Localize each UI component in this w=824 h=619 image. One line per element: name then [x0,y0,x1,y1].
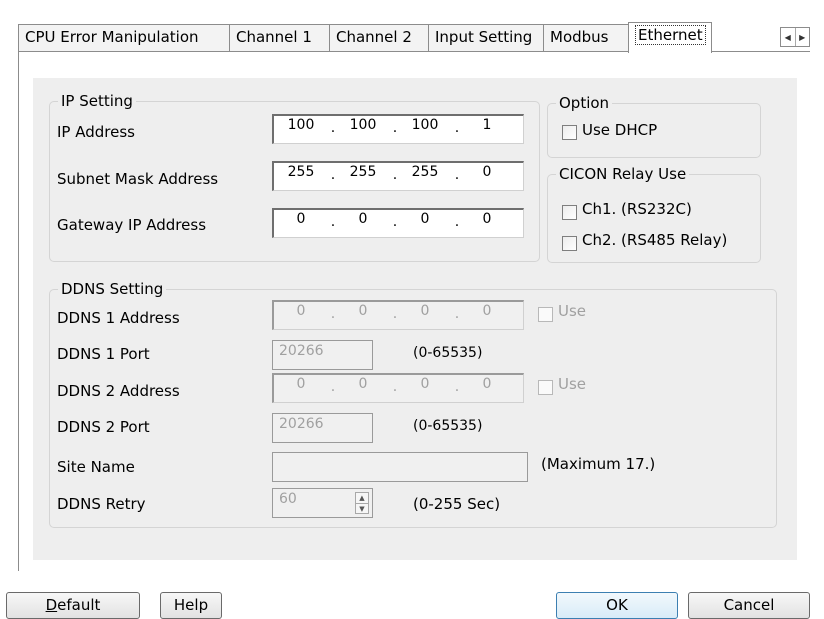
ip-dot: . [454,306,460,322]
subnet-mask-input[interactable]: 255. 255. 255. 0 [272,161,524,191]
ok-button[interactable]: OK [556,592,678,619]
ip-octet[interactable]: 255 [281,164,321,180]
ip-octet: 0 [420,303,430,319]
use-dhcp-checkbox[interactable] [562,125,577,140]
ip-address-input[interactable]: 100. 100. 100. 1 [272,114,524,144]
gateway-input[interactable]: 0. 0. 0. 0 [272,208,524,238]
tab-input-setting[interactable]: Input Setting [428,24,544,52]
ip-octet[interactable]: 100 [281,117,321,133]
ip-octet[interactable]: 100 [405,117,445,133]
use-dhcp-label: Use DHCP [582,121,658,139]
ch2-rs485-label: Ch2. (RS485 Relay) [582,231,728,249]
ddns1-port-range: (0-65535) [413,345,483,361]
ddns2-port-range: (0-65535) [413,418,483,434]
ip-dot: . [330,379,336,395]
cancel-label: Cancel [723,596,775,614]
ddns2-use-checkbox[interactable] [538,380,553,395]
site-name-hint: (Maximum 17.) [541,455,656,473]
tab-scroll-buttons: ◀ ▶ [780,27,810,47]
ip-dot: . [454,167,460,183]
ip-dot: . [392,379,398,395]
cicon-relay-legend: CICON Relay Use [559,165,687,183]
ip-dot: . [454,120,460,136]
tab-modbus[interactable]: Modbus [543,24,629,52]
ip-octet: 0 [420,376,430,392]
ip-dot: . [392,120,398,136]
help-label: Help [173,596,209,614]
ip-dot: . [330,167,336,183]
triangle-down-icon[interactable]: ▼ [356,504,368,514]
cancel-button[interactable]: Cancel [688,592,810,619]
tab-label: Input Setting [435,28,533,46]
ip-octet[interactable]: 0 [343,211,383,227]
ip-octet[interactable]: 255 [405,164,445,180]
default-button[interactable]: Default [6,592,140,619]
ip-dot: . [330,214,336,230]
ddns1-use-checkbox[interactable] [538,307,553,322]
ch1-rs232c-label: Ch1. (RS232C) [582,200,692,218]
ip-dot: . [330,120,336,136]
ddns2-port-input[interactable]: 20266 [272,413,373,443]
tab-label: Channel 2 [336,28,412,46]
ip-dot: . [392,214,398,230]
ip-dot: . [454,214,460,230]
subnet-mask-label: Subnet Mask Address [57,170,219,188]
ip-octet[interactable]: 0 [281,211,321,227]
ch1-rs232c-checkbox[interactable] [562,205,577,220]
ok-label: OK [606,596,628,614]
tab-label: Modbus [550,28,609,46]
ddns2-address-label: DDNS 2 Address [57,382,180,400]
tab-ethernet[interactable]: Ethernet [628,22,712,53]
ddns1-address-input[interactable]: 0. 0. 0. 0 [272,300,524,330]
ddns1-port-input[interactable]: 20266 [272,340,373,370]
ip-octet: 0 [482,376,492,392]
ip-address-label: IP Address [57,123,135,141]
ip-octet[interactable]: 100 [343,117,383,133]
ip-octet: 0 [358,376,368,392]
tab-cpu-error-manipulation[interactable]: CPU Error Manipulation [18,24,230,52]
gateway-label: Gateway IP Address [57,216,207,234]
ddns2-port-label: DDNS 2 Port [57,418,150,436]
help-button[interactable]: Help [160,592,222,619]
tab-channel-2[interactable]: Channel 2 [329,24,429,52]
triangle-left-icon[interactable]: ◀ [781,28,796,46]
ip-octet[interactable]: 0 [467,164,507,180]
ddns-retry-label: DDNS Retry [57,495,146,513]
dialog-left-border [18,51,19,571]
ip-dot: . [454,379,460,395]
ddns-retry-range: (0-255 Sec) [413,495,501,513]
ip-dot: . [392,167,398,183]
ddns2-use-label: Use [558,375,587,393]
ch2-rs485-checkbox[interactable] [562,236,577,251]
ip-octet: 0 [482,303,492,319]
ip-octet[interactable]: 0 [467,211,507,227]
ip-octet: 0 [296,376,306,392]
ip-dot: . [330,306,336,322]
triangle-right-icon[interactable]: ▶ [796,28,810,46]
ip-octet: 0 [358,303,368,319]
option-legend: Option [559,94,610,112]
ddns2-address-input[interactable]: 0. 0. 0. 0 [272,373,524,403]
default-label: efault [57,596,101,614]
ddns-retry-spinner[interactable]: ▲ ▼ [355,492,369,514]
tab-label: CPU Error Manipulation [25,28,199,46]
ip-octet[interactable]: 0 [405,211,445,227]
ddns1-address-label: DDNS 1 Address [57,309,180,327]
default-mnemonic: D [45,596,58,614]
ip-dot: . [392,306,398,322]
ddns-setting-legend: DDNS Setting [61,280,164,298]
ddns1-use-label: Use [558,302,587,320]
tab-label: Channel 1 [236,28,312,46]
ip-octet: 0 [296,303,306,319]
tab-strip: CPU Error Manipulation Channel 1 Channel… [18,22,810,53]
tab-channel-1[interactable]: Channel 1 [229,24,330,52]
ddns1-port-label: DDNS 1 Port [57,345,150,363]
triangle-up-icon[interactable]: ▲ [356,493,368,504]
ip-octet[interactable]: 255 [343,164,383,180]
site-name-input[interactable] [272,452,528,482]
ip-setting-legend: IP Setting [61,92,133,110]
site-name-label: Site Name [57,458,135,476]
tab-label: Ethernet [635,25,706,45]
ip-octet[interactable]: 1 [467,117,507,133]
